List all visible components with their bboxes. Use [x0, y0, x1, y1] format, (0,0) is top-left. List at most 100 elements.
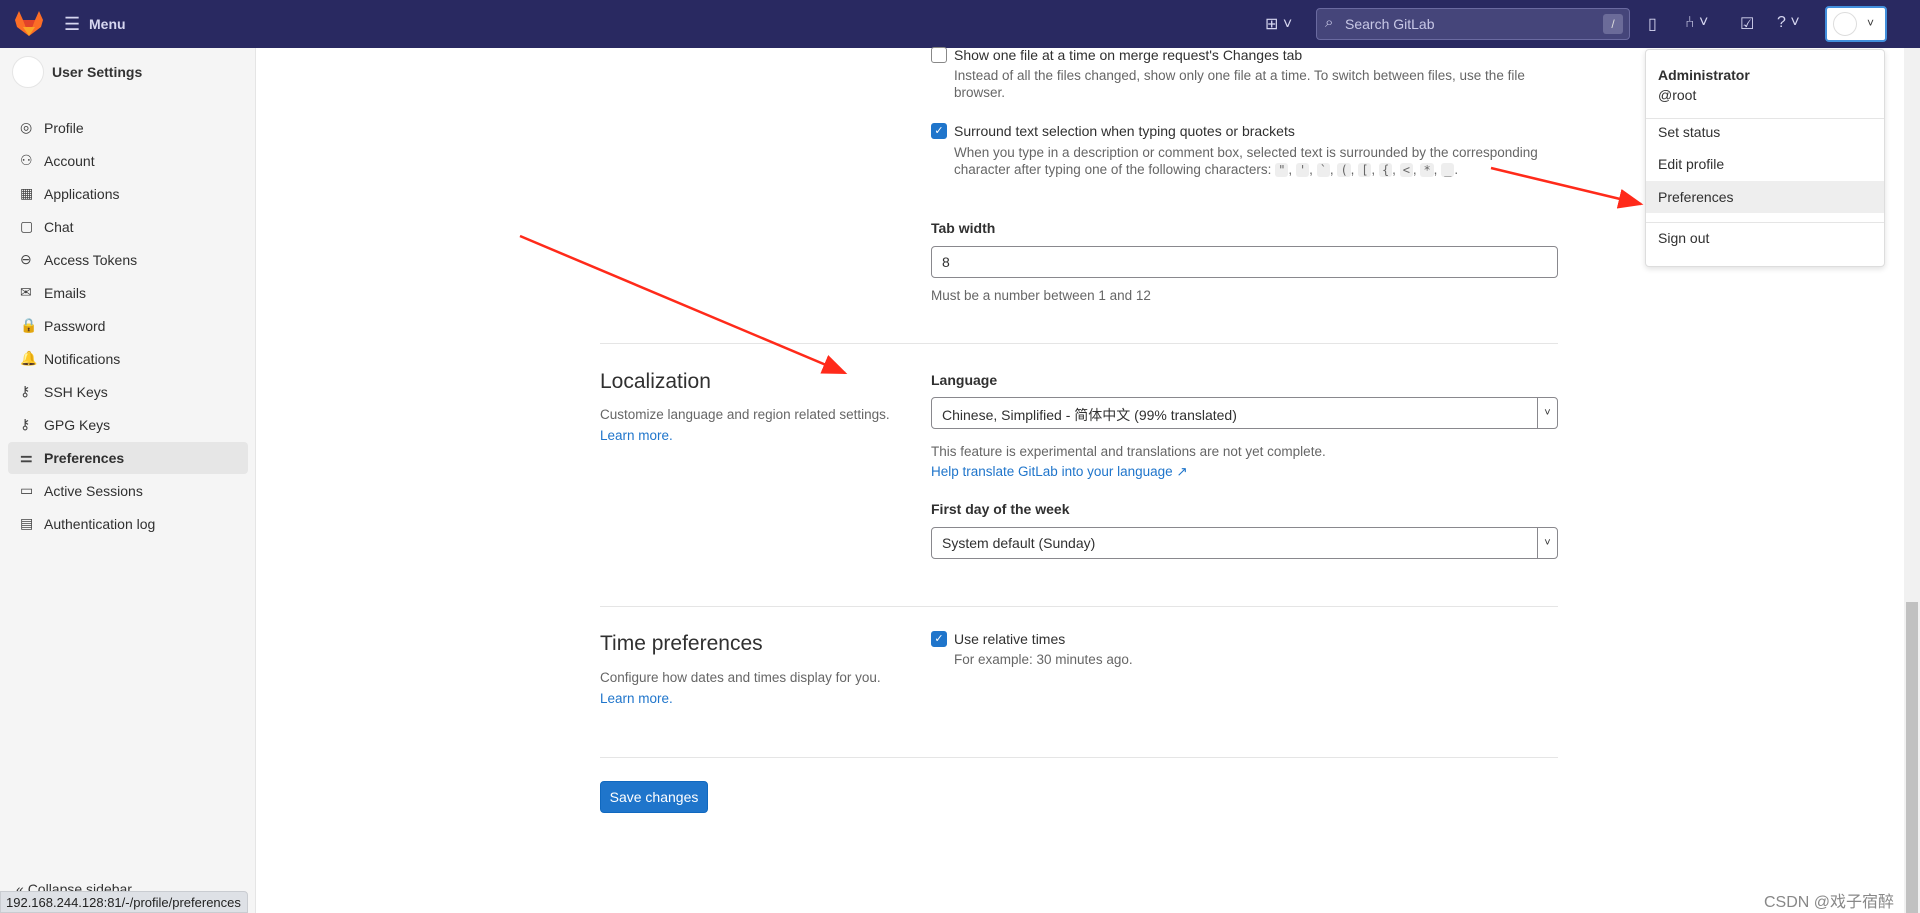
chevron-down-icon: ˅	[1867, 16, 1875, 30]
sidebar-item-label: Active Sessions	[44, 483, 143, 499]
todo-icon[interactable]: ☑	[1740, 14, 1754, 34]
sidebar-item-label: Chat	[44, 219, 74, 235]
show-one-file-checkbox[interactable]	[931, 47, 947, 63]
divider	[600, 343, 1558, 344]
search-placeholder: Search GitLab	[1345, 16, 1435, 32]
search-shortcut: /	[1603, 14, 1623, 34]
character-code: (	[1337, 163, 1351, 177]
sidebar-item-ssh-keys[interactable]: ⚷ SSH Keys	[8, 376, 248, 408]
key-icon: ⚷	[20, 416, 31, 432]
sidebar-item-label: Emails	[44, 285, 87, 301]
sidebar: User Settings ◎ Profile ⚇ Account ▦ Applicati…	[0, 48, 256, 913]
menu-item-sign-out[interactable]: Sign out	[1646, 222, 1884, 254]
applications-icon: ▦	[20, 185, 34, 201]
sidebar-item-account[interactable]: ⚇ Account	[8, 145, 248, 177]
search-input[interactable]: ⌕ Search GitLab /	[1316, 8, 1630, 40]
relative-times-checkbox[interactable]: ✓	[931, 631, 947, 647]
sidebar-item-preferences[interactable]: ⚌ Preferences	[8, 442, 248, 474]
sidebar-item-label: GPG Keys	[44, 417, 111, 433]
sidebar-item-password[interactable]: 🔒 Password	[8, 310, 248, 342]
scrollbar-thumb[interactable]	[1906, 602, 1918, 913]
sidebar-item-label: Access Tokens	[44, 252, 138, 268]
top-navbar: ☰ Menu ⊞ ˅ ⌕ Search GitLab / ▯ ⑃ ˅ ☑ ? ˅…	[0, 0, 1920, 48]
language-help: This feature is experimental and transla…	[931, 444, 1326, 459]
time-preferences-title: Time preferences	[600, 632, 763, 655]
sidebar-item-access-tokens[interactable]: ⊖ Access Tokens	[8, 244, 248, 276]
annotation-arrow	[519, 234, 848, 375]
profile-icon: ◎	[20, 119, 33, 135]
hamburger-icon[interactable]: ☰	[64, 14, 80, 35]
divider	[600, 606, 1558, 607]
avatar	[1833, 12, 1857, 36]
show-one-file-label: Show one file at a time on merge request…	[954, 47, 1303, 63]
character-code: [	[1358, 163, 1372, 177]
external-link-icon: ↗	[1176, 464, 1188, 479]
help-translate-link[interactable]: Help translate GitLab into your language…	[931, 463, 1188, 480]
first-day-select[interactable]: System default (Sunday) ˅	[931, 527, 1558, 559]
sidebar-item-label: Profile	[44, 120, 84, 136]
character-code: `	[1316, 163, 1330, 177]
sidebar-item-profile[interactable]: ◎ Profile	[8, 112, 248, 144]
sidebar-item-label: Notifications	[44, 351, 121, 367]
log-icon: ▤	[20, 515, 34, 531]
status-bar-url: 192.168.244.128:81/-/profile/preferences	[0, 891, 248, 913]
account-icon: ⚇	[20, 152, 33, 168]
sidebar-item-label: Authentication log	[44, 516, 156, 532]
monitor-icon: ▭	[20, 482, 34, 498]
sidebar-item-authentication-log[interactable]: ▤ Authentication log	[8, 508, 248, 540]
sidebar-item-active-sessions[interactable]: ▭ Active Sessions	[8, 475, 248, 507]
show-one-file-help: Instead of all the files changed, show o…	[954, 68, 1525, 100]
menu-button[interactable]: Menu	[89, 16, 126, 32]
localization-learn-more-link[interactable]: Learn more.	[600, 427, 673, 444]
settings-avatar	[12, 56, 44, 88]
sidebar-item-emails[interactable]: ✉ Emails	[8, 277, 248, 309]
save-changes-button[interactable]: Save changes	[600, 781, 708, 813]
menu-item-set-status[interactable]: Set status	[1646, 116, 1884, 148]
user-avatar-button[interactable]: ˅	[1825, 6, 1887, 42]
character-code: {	[1378, 163, 1393, 177]
character-code: _	[1441, 163, 1455, 177]
email-icon: ✉	[20, 284, 32, 300]
search-icon: ⌕	[1325, 14, 1334, 31]
sidebar-item-gpg-keys[interactable]: ⚷ GPG Keys	[8, 409, 248, 441]
user-dropdown-menu: Administrator @root Set status Edit prof…	[1645, 49, 1885, 267]
lock-icon: 🔒	[20, 317, 38, 333]
preferences-icon: ⚌	[20, 449, 33, 465]
bell-icon: 🔔	[20, 350, 38, 366]
help-icon[interactable]: ? ˅	[1777, 14, 1800, 32]
new-item-icon[interactable]: ⊞ ˅	[1265, 14, 1292, 34]
chat-icon: ▢	[20, 218, 34, 234]
sidebar-item-label: SSH Keys	[44, 384, 108, 400]
surround-help: When you type in a description or commen…	[954, 145, 1538, 177]
character-code: *	[1420, 163, 1434, 177]
menu-item-preferences[interactable]: Preferences	[1646, 181, 1884, 213]
sidebar-item-applications[interactable]: ▦ Applications	[8, 178, 248, 210]
sidebar-item-label: Account	[44, 153, 95, 169]
character-code: "	[1275, 163, 1289, 177]
tab-width-label: Tab width	[931, 220, 996, 236]
gitlab-logo-icon[interactable]	[15, 11, 43, 37]
surround-label: Surround text selection when typing quot…	[954, 123, 1295, 139]
language-value: Chinese, Simplified - 简体中文 (99% translat…	[942, 407, 1237, 423]
localization-title: Localization	[600, 370, 711, 393]
character-code: '	[1295, 163, 1310, 177]
sidebar-item-notifications[interactable]: 🔔 Notifications	[8, 343, 248, 375]
first-day-value: System default (Sunday)	[942, 535, 1096, 551]
language-select[interactable]: Chinese, Simplified - 简体中文 (99% translat…	[931, 397, 1558, 429]
token-icon: ⊖	[20, 251, 32, 267]
sidebar-item-label: Applications	[44, 186, 120, 202]
localization-desc: Customize language and region related se…	[600, 407, 890, 422]
surround-checkbox[interactable]: ✓	[931, 123, 947, 139]
menu-item-edit-profile[interactable]: Edit profile	[1646, 148, 1884, 180]
relative-times-label: Use relative times	[954, 631, 1066, 647]
divider	[600, 757, 1558, 758]
user-username: @root	[1658, 87, 1697, 103]
chevron-down-icon: ˅	[1537, 528, 1557, 558]
issues-icon[interactable]: ▯	[1648, 14, 1657, 34]
tab-width-input[interactable]: 8	[931, 246, 1558, 278]
time-learn-more-link[interactable]: Learn more.	[600, 690, 673, 707]
sidebar-item-chat[interactable]: ▢ Chat	[8, 211, 248, 243]
sidebar-item-label: Preferences	[44, 450, 125, 466]
merge-request-icon[interactable]: ⑃ ˅	[1685, 14, 1708, 32]
tab-width-help: Must be a number between 1 and 12	[931, 288, 1151, 303]
